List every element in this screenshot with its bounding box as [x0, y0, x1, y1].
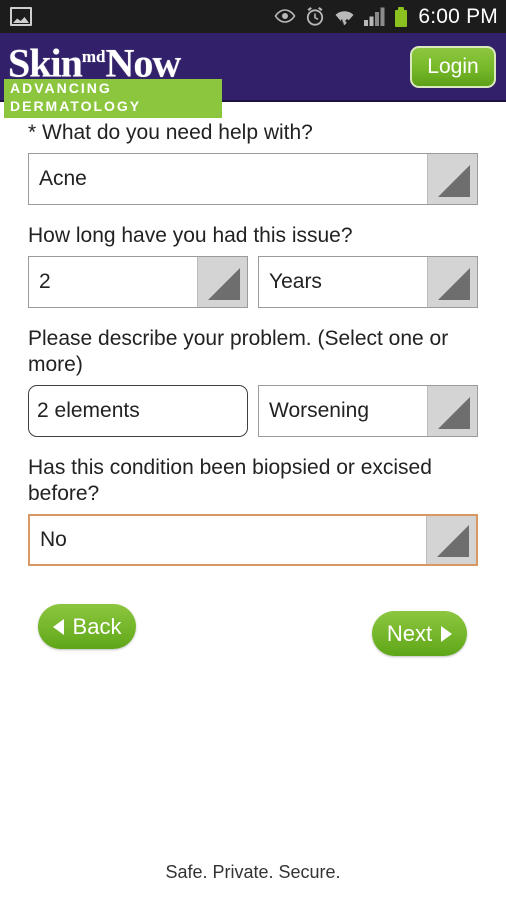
- chevron-down-icon[interactable]: [427, 257, 477, 307]
- select-help-with[interactable]: Acne: [28, 153, 478, 205]
- select-help-with-value: Acne: [39, 167, 87, 190]
- chevron-down-icon[interactable]: [427, 154, 477, 204]
- status-bar-right: 6:00 PM: [274, 5, 506, 29]
- footer-tagline: Safe. Private. Secure.: [165, 862, 341, 882]
- select-duration-unit-value: Years: [269, 270, 322, 293]
- arrow-right-icon: [441, 625, 453, 642]
- signal-bars-icon: [364, 7, 385, 26]
- question-label-help-with: * What do you need help with?: [28, 121, 313, 144]
- app-header: SkinmdNow ADVANCING DERMATOLOGY Login: [0, 33, 506, 119]
- intake-form: * What do you need help with? Acne How l…: [0, 102, 506, 676]
- question-label-describe-problem: Please describe your problem. (Select on…: [28, 327, 449, 376]
- arrow-left-icon: [52, 618, 64, 635]
- field-row-describe-problem: 2 elements Worsening: [0, 385, 506, 437]
- status-bar-clock: 6:00 PM: [418, 4, 498, 28]
- select-biopsied-value: No: [40, 528, 67, 551]
- logo-text-md: md: [81, 47, 106, 66]
- select-problem-trend-value: Worsening: [269, 399, 369, 422]
- status-bar: 6:00 PM: [0, 0, 506, 33]
- picture-icon: [10, 7, 32, 26]
- eye-icon: [274, 9, 296, 23]
- form-navigation: Back Next: [0, 596, 506, 676]
- chevron-down-icon[interactable]: [426, 516, 476, 564]
- field-row-duration: 2 Years: [0, 256, 506, 308]
- select-duration-amount[interactable]: 2: [28, 256, 248, 308]
- field-row-biopsied: No: [0, 514, 506, 566]
- logo-wordmark: SkinmdNow: [4, 36, 226, 84]
- wifi-icon: [335, 10, 354, 25]
- app-root: 6:00 PM SkinmdNow ADVANCING DERMATOLOGY …: [0, 0, 506, 900]
- back-button[interactable]: Back: [38, 604, 136, 649]
- login-button-label: Login: [427, 55, 479, 78]
- select-duration-unit[interactable]: Years: [258, 256, 478, 308]
- select-problem-trend[interactable]: Worsening: [258, 385, 478, 437]
- multiselect-problem-elements[interactable]: 2 elements: [28, 385, 248, 437]
- multiselect-problem-elements-value: 2 elements: [37, 399, 140, 422]
- select-biopsied[interactable]: No: [28, 514, 478, 566]
- back-button-label: Back: [72, 613, 122, 639]
- chevron-down-icon[interactable]: [427, 386, 477, 436]
- question-label-biopsied: Has this condition been biopsied or exci…: [28, 456, 432, 505]
- alarm-clock-icon: [307, 6, 324, 26]
- chevron-down-icon[interactable]: [197, 257, 247, 307]
- select-duration-amount-value: 2: [39, 270, 51, 293]
- status-bar-left: [0, 7, 32, 26]
- logo-text-skin: Skin: [8, 40, 83, 86]
- battery-icon: [395, 6, 408, 27]
- login-button[interactable]: Login: [410, 46, 496, 88]
- next-button-label: Next: [386, 620, 433, 646]
- next-button[interactable]: Next: [372, 611, 467, 656]
- question-label-duration: How long have you had this issue?: [28, 224, 353, 247]
- logo-text-now: Now: [105, 40, 181, 86]
- field-row-help-with: Acne: [0, 153, 506, 205]
